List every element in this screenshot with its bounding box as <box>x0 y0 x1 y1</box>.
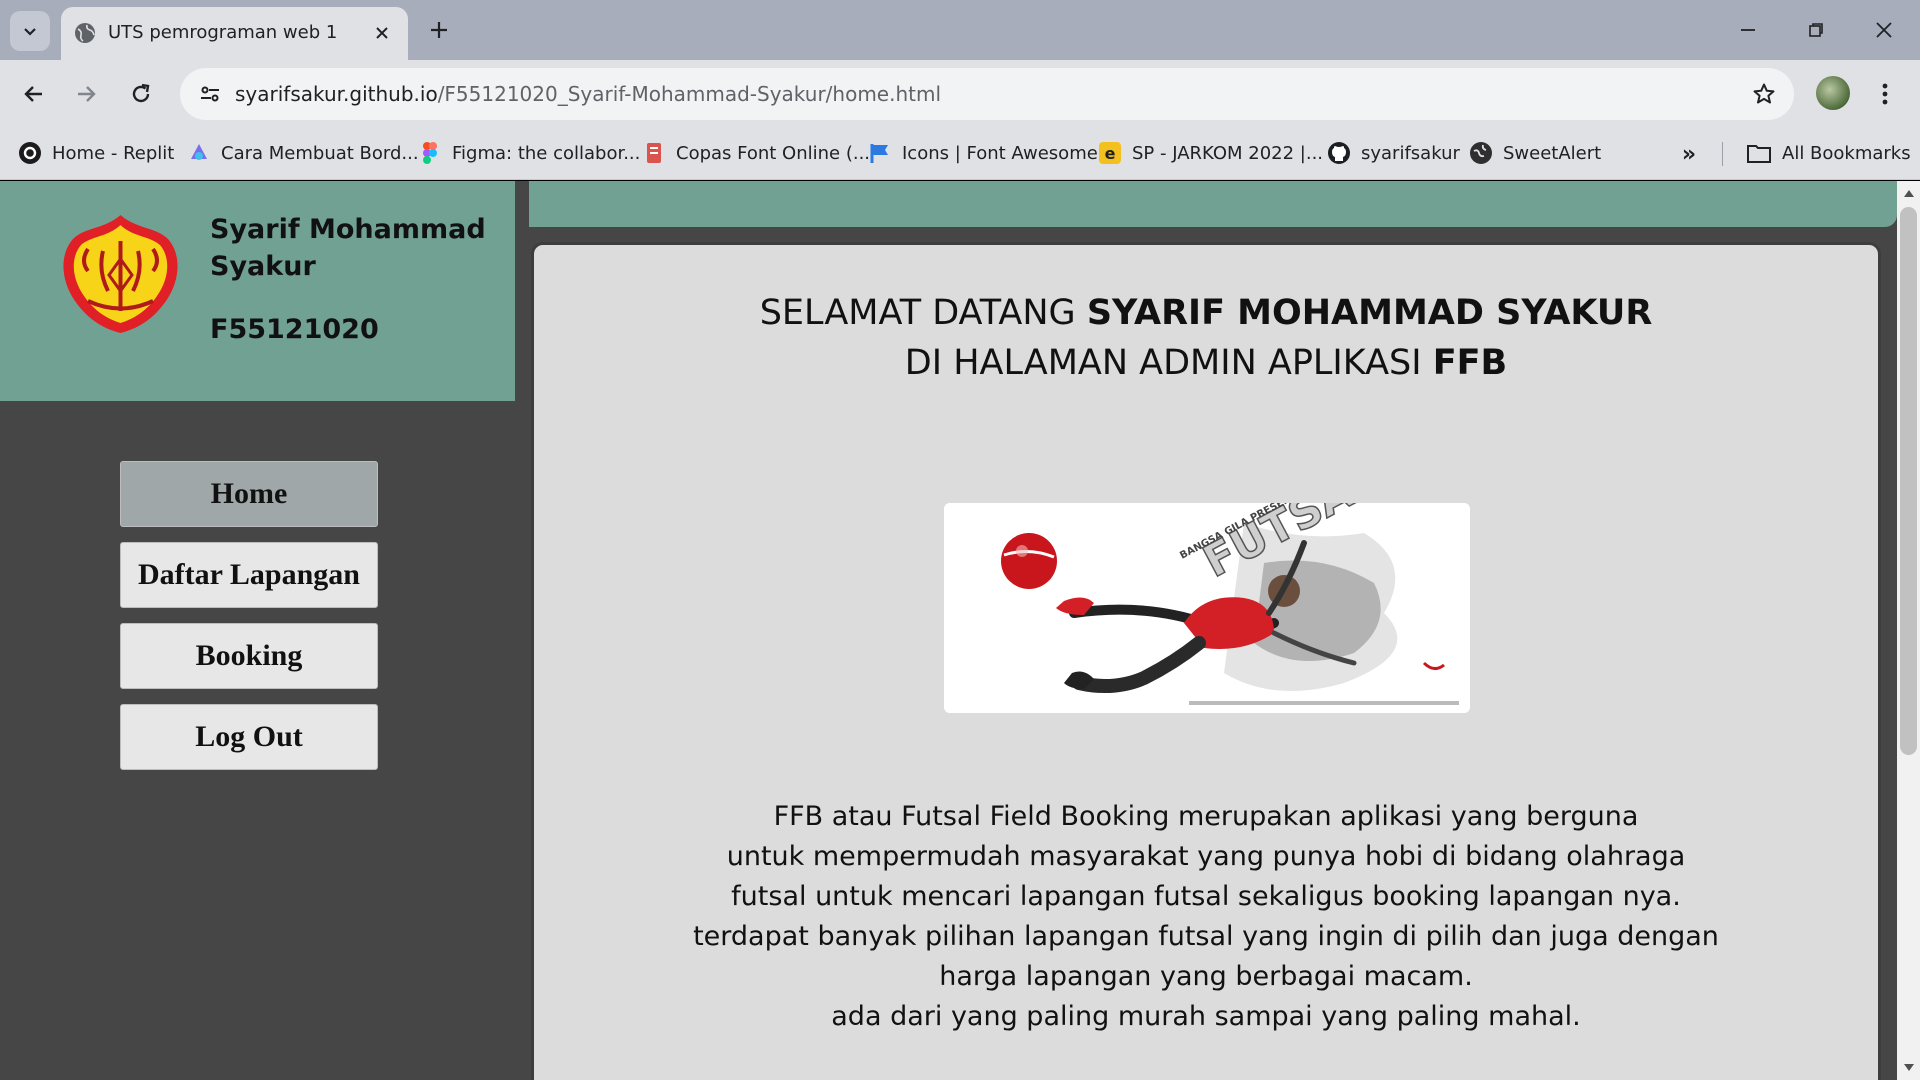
page-viewport: Syarif Mohammad Syakur F55121020 Home Da… <box>0 181 1920 1080</box>
github-icon <box>1328 142 1350 164</box>
welcome-prefix: SELAMAT DATANG <box>759 293 1087 333</box>
description-line: ada dari yang paling murah sampai yang p… <box>831 1001 1581 1032</box>
site-info-icon[interactable] <box>192 76 228 112</box>
url-path: /F55121020_Syarif-Mohammad-Syakur/home.h… <box>437 82 942 106</box>
futsal-illustration: FUTSAL BANGSA GILA PRESENT <box>944 503 1470 713</box>
profile-name: Syarif Mohammad Syakur <box>210 214 486 282</box>
scroll-down-arrow-icon[interactable] <box>1897 1059 1920 1077</box>
tab-search-button[interactable] <box>10 11 50 51</box>
bookmarks-divider <box>1722 142 1723 166</box>
scroll-thumb[interactable] <box>1900 207 1917 755</box>
content-header-band <box>515 181 1897 227</box>
replit-icon <box>19 142 41 164</box>
nav-home-button[interactable]: Home <box>120 461 378 527</box>
bookmark-sweetalert[interactable]: SweetAlert <box>1469 138 1601 168</box>
bookmark-label: syarifsakur <box>1361 142 1460 164</box>
kebab-menu-icon <box>1882 83 1888 105</box>
description-line: untuk mempermudah masyarakat yang punya … <box>726 841 1686 872</box>
bookmark-replit[interactable]: Home - Replit <box>18 138 174 168</box>
page-scrollbar[interactable] <box>1897 181 1920 1080</box>
tab-title: UTS pemrograman web 1 <box>108 22 338 43</box>
back-button[interactable] <box>14 74 54 114</box>
chevron-down-icon <box>24 28 36 36</box>
copas-icon <box>647 143 661 163</box>
sidebar-nav: Home Daftar Lapangan Booking Log Out <box>120 461 378 785</box>
address-bar[interactable]: syarifsakur.github.io/F55121020_Syarif-M… <box>180 68 1794 120</box>
svg-text:e: e <box>1105 144 1116 163</box>
bookmark-label: Figma: the collabor... <box>452 142 641 164</box>
font-awesome-icon <box>870 144 888 163</box>
nav-booking-button[interactable]: Booking <box>120 623 378 689</box>
bookmark-github[interactable]: syarifsakur <box>1327 138 1460 168</box>
bookmark-label: SweetAlert <box>1503 142 1602 164</box>
bookmark-copas-font[interactable]: Copas Font Online (... <box>642 138 870 168</box>
university-logo <box>63 215 178 333</box>
reload-icon <box>132 83 150 103</box>
nav-logout-button[interactable]: Log Out <box>120 704 378 770</box>
bookmark-cara-membuat[interactable]: Cara Membuat Bord... <box>187 138 419 168</box>
futsal-hero-image: FUTSAL BANGSA GILA PRESENT <box>944 503 1470 713</box>
elearning-icon: e <box>1099 142 1121 164</box>
active-tab[interactable]: UTS pemrograman web 1 <box>61 7 408 60</box>
globe-icon <box>75 23 95 43</box>
url-host: syarifsakur.github.io <box>235 82 438 106</box>
welcome-name: SYARIF MOHAMMAD SYAKUR <box>1086 293 1653 333</box>
bookmark-label: Cara Membuat Bord... <box>221 142 419 164</box>
plus-icon <box>431 22 447 38</box>
browser-toolbar: syarifsakur.github.io/F55121020_Syarif-M… <box>0 60 1920 128</box>
bookmark-label: SP - JARKOM 2022 |... <box>1132 142 1324 164</box>
restore-icon <box>1809 23 1823 37</box>
more-bookmarks-icon[interactable]: » <box>1672 140 1706 168</box>
scroll-up-arrow-icon[interactable] <box>1897 184 1920 202</box>
bookmark-sp-jarkom[interactable]: e SP - JARKOM 2022 |... <box>1098 138 1323 168</box>
all-bookmarks-label: All Bookmarks <box>1782 142 1911 164</box>
bookmark-figma[interactable]: Figma: the collabor... <box>418 138 640 168</box>
reload-button[interactable] <box>121 74 161 114</box>
description-line: terdapat banyak pilihan lapangan futsal … <box>693 921 1719 952</box>
minimize-button[interactable] <box>1726 10 1770 50</box>
arrow-left-icon <box>24 86 42 102</box>
url-text: syarifsakur.github.io/F55121020_Syarif-M… <box>235 82 941 106</box>
browser-menu-button[interactable] <box>1870 74 1900 114</box>
figma-icon <box>423 142 437 164</box>
app-description: FFB atau Futsal Field Booking merupakan … <box>534 797 1878 1037</box>
welcome-app-name: FFB <box>1432 343 1508 383</box>
minimize-icon <box>1741 29 1755 31</box>
bookmark-star-icon[interactable] <box>1750 80 1778 108</box>
sidebar-header: Syarif Mohammad Syakur F55121020 <box>0 181 515 401</box>
profile-nim: F55121020 <box>210 314 379 345</box>
arrow-right-icon <box>78 86 96 102</box>
bookmark-label: Copas Font Online (... <box>676 142 871 164</box>
welcome-heading: SELAMAT DATANG SYARIF MOHAMMAD SYAKUR DI… <box>534 288 1878 388</box>
bookmark-label: Icons | Font Awesome <box>902 142 1098 164</box>
bookmark-label: Home - Replit <box>52 142 175 164</box>
description-line: FFB atau Futsal Field Booking merupakan … <box>773 801 1639 832</box>
bookmark-font-awesome[interactable]: Icons | Font Awesome <box>868 138 1098 168</box>
new-tab-button[interactable] <box>424 15 454 45</box>
welcome-admin-prefix: DI HALAMAN ADMIN APLIKASI <box>904 343 1433 383</box>
restore-button[interactable] <box>1794 10 1838 50</box>
content-panel: SELAMAT DATANG SYARIF MOHAMMAD SYAKUR DI… <box>531 242 1881 1080</box>
bookmarks-bar: Home - Replit Cara Membuat Bord... Figma… <box>0 128 1920 180</box>
close-icon <box>1876 22 1892 38</box>
description-line: futsal untuk mencari lapangan futsal sek… <box>731 881 1681 912</box>
bord-icon <box>191 144 207 160</box>
close-window-button[interactable] <box>1862 10 1906 50</box>
tab-bar: UTS pemrograman web 1 <box>0 0 1920 60</box>
nav-daftar-lapangan-button[interactable]: Daftar Lapangan <box>120 542 378 608</box>
description-line: harga lapangan yang berbagai macam. <box>939 961 1473 992</box>
all-bookmarks-button[interactable]: All Bookmarks <box>1746 138 1911 168</box>
forward-button[interactable] <box>66 74 106 114</box>
tab-close-icon[interactable] <box>370 21 394 45</box>
folder-icon <box>1747 145 1771 163</box>
sweetalert-icon <box>1470 142 1492 164</box>
profile-avatar[interactable] <box>1816 76 1850 110</box>
